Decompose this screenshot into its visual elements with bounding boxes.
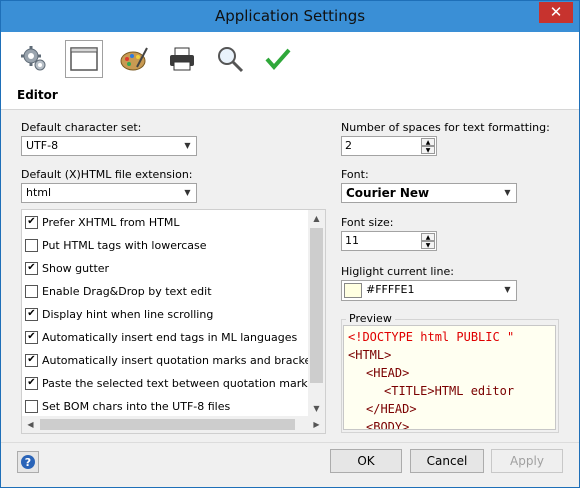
option-label: Automatically insert quotation marks and… — [42, 353, 310, 367]
preview-line: </HEAD> — [366, 402, 417, 416]
option-checkbox-row[interactable]: ✔ Show gutter — [25, 258, 310, 278]
scroll-down-icon[interactable]: ▼ — [308, 400, 325, 417]
section-title: Editor — [17, 88, 58, 102]
svg-text:?: ? — [25, 456, 31, 469]
apply-button[interactable]: Apply — [491, 449, 563, 473]
option-checkbox-row[interactable]: ✔ Paste the selected text between quotati… — [25, 373, 310, 393]
charset-value: UTF-8 — [26, 139, 59, 152]
option-checkbox-row[interactable]: ✔ Automatically insert end tags in ML lan… — [25, 327, 310, 347]
chevron-down-icon: ▼ — [504, 285, 511, 294]
magnifier-icon — [218, 47, 244, 73]
scrollbar-thumb[interactable] — [40, 419, 295, 430]
option-checkbox-row[interactable]: Put HTML tags with lowercase — [25, 235, 310, 255]
preview-line: <TITLE>HTML editor — [384, 384, 515, 398]
checkbox-unchecked[interactable] — [25, 399, 38, 413]
toolbar-colors-button[interactable] — [115, 40, 153, 78]
toolbar-editor-button[interactable] — [65, 40, 103, 78]
checkbox-checked[interactable]: ✔ — [25, 307, 38, 321]
preview-line: <HTML> — [348, 348, 392, 362]
font-label: Font: — [341, 168, 369, 181]
scroll-right-icon[interactable]: ▶ — [308, 416, 325, 433]
scroll-up-icon[interactable]: ▲ — [308, 210, 325, 227]
checkbox-checked[interactable]: ✔ — [25, 376, 38, 390]
highlight-label: Higlight current line: — [341, 265, 454, 278]
printer-icon — [170, 47, 194, 71]
toolbar-general-button[interactable] — [15, 40, 53, 78]
font-value: Courier New — [346, 186, 430, 200]
palette-icon — [120, 47, 148, 71]
gear-icon — [21, 46, 46, 71]
help-button[interactable]: ? — [17, 451, 39, 473]
window-icon — [70, 47, 98, 71]
preview-line: <BODY> — [366, 420, 410, 430]
fontsize-label: Font size: — [341, 216, 394, 229]
option-label: Prefer XHTML from HTML — [42, 215, 180, 229]
checkbox-checked[interactable]: ✔ — [25, 353, 38, 367]
settings-toolbar: Editor — [1, 32, 579, 110]
scroll-left-icon[interactable]: ◀ — [22, 416, 39, 433]
checkbox-unchecked[interactable] — [25, 238, 38, 252]
chevron-down-icon: ▼ — [184, 141, 191, 150]
option-label: Automatically insert end tags in ML lang… — [42, 330, 298, 344]
vertical-scrollbar[interactable]: ▲ ▼ — [308, 210, 325, 417]
footer-divider — [1, 442, 579, 443]
checkbox-checked[interactable]: ✔ — [25, 261, 38, 275]
spaces-label: Number of spaces for text formatting: — [341, 121, 550, 134]
preview-line: <HEAD> — [366, 366, 410, 380]
highlight-color-select[interactable]: #FFFFE1 ▼ — [341, 280, 517, 301]
close-button[interactable]: ✕ — [539, 2, 573, 23]
extension-select[interactable]: html ▼ — [21, 183, 197, 203]
help-icon: ? — [21, 455, 35, 469]
chevron-down-icon: ▼ — [184, 188, 191, 197]
toolbar-print-button[interactable] — [163, 40, 201, 78]
close-icon: ✕ — [549, 3, 563, 21]
checkbox-unchecked[interactable] — [25, 284, 38, 298]
option-label: Paste the selected text between quotatio… — [42, 376, 310, 390]
extension-value: html — [26, 186, 52, 199]
toolbar-validate-button[interactable] — [259, 40, 297, 78]
option-label: Display hint when line scrolling — [42, 307, 214, 321]
color-swatch — [344, 283, 362, 298]
option-checkbox-row[interactable]: ✔ Automatically insert quotation marks an… — [25, 350, 310, 370]
option-label: Put HTML tags with lowercase — [42, 238, 207, 252]
chevron-down-icon: ▼ — [504, 188, 511, 197]
preview-pane: <!DOCTYPE html PUBLIC " <HTML> <HEAD> <T… — [343, 325, 556, 430]
title-bar: Application Settings ✕ — [1, 1, 579, 32]
option-checkbox-row[interactable]: ✔ Display hint when line scrolling — [25, 304, 310, 324]
checkbox-checked[interactable]: ✔ — [25, 215, 38, 229]
spin-down-icon[interactable]: ▼ — [421, 241, 435, 249]
window-title: Application Settings — [214, 7, 366, 25]
spin-up-icon[interactable]: ▲ — [421, 138, 435, 146]
preview-line: <!DOCTYPE html PUBLIC " — [348, 330, 515, 344]
checkbox-checked[interactable]: ✔ — [25, 330, 38, 344]
fontsize-value: 11 — [345, 234, 359, 247]
font-select[interactable]: Courier New ▼ — [341, 183, 517, 203]
highlight-value: #FFFFE1 — [366, 283, 415, 296]
option-label: Show gutter — [42, 261, 110, 275]
spin-down-icon[interactable]: ▼ — [421, 146, 435, 154]
scrollbar-thumb[interactable] — [310, 228, 323, 383]
option-label: Set BOM chars into the UTF-8 files — [42, 399, 231, 413]
extension-label: Default (X)HTML file extension: — [21, 168, 193, 181]
charset-select[interactable]: UTF-8 ▼ — [21, 136, 197, 156]
preview-label: Preview — [346, 312, 395, 325]
cancel-button[interactable]: Cancel — [410, 449, 484, 473]
fontsize-spinbox[interactable]: 11 ▲ ▼ — [341, 231, 437, 251]
editor-options-list[interactable]: ✔ Prefer XHTML from HTML Put HTML tags wit… — [21, 209, 326, 434]
spaces-spinbox[interactable]: 2 ▲ ▼ — [341, 136, 437, 156]
option-checkbox-row[interactable]: Enable Drag&Drop by text edit — [25, 281, 310, 301]
option-checkbox-row[interactable]: Set BOM chars into the UTF-8 files — [25, 396, 310, 416]
checkmark-icon — [265, 48, 291, 71]
charset-label: Default character set: — [21, 121, 142, 134]
spin-up-icon[interactable]: ▲ — [421, 233, 435, 241]
spaces-value: 2 — [345, 139, 352, 152]
ok-button[interactable]: OK — [330, 449, 402, 473]
option-label: Enable Drag&Drop by text edit — [42, 284, 212, 298]
toolbar-search-button[interactable] — [211, 40, 249, 78]
horizontal-scrollbar[interactable]: ◀ ▶ — [22, 416, 325, 433]
settings-window: Application Settings ✕ Editor Default ch… — [0, 0, 580, 488]
option-checkbox-row[interactable]: ✔ Prefer XHTML from HTML — [25, 212, 310, 232]
